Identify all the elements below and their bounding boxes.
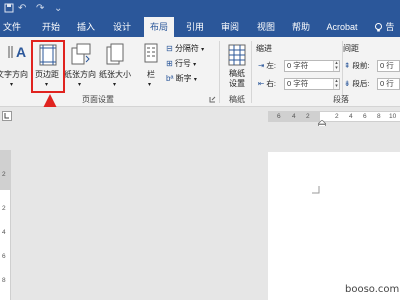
tab-file[interactable]: 文件 xyxy=(0,17,24,37)
group-separator xyxy=(251,41,252,103)
redo-icon[interactable]: ↷ xyxy=(36,3,44,14)
svg-text:A: A xyxy=(16,44,26,60)
ruler-number: 8 xyxy=(377,113,381,120)
vertical-ruler-number: 2 xyxy=(2,205,6,212)
tab-review[interactable]: 审阅 xyxy=(216,17,244,37)
hyphenation-button[interactable]: bª 断字 ▾ xyxy=(166,74,197,85)
indent-right-label: 右: xyxy=(266,79,276,88)
line-numbers-icon: ⊞ xyxy=(166,59,173,68)
ruler-number: 2 xyxy=(335,113,339,120)
indent-right-row: ⇤ 右: xyxy=(258,79,276,89)
ruler-number: 2 xyxy=(306,113,310,120)
spacing-header: 间距 xyxy=(343,44,359,53)
vertical-ruler-number: 8 xyxy=(2,277,6,284)
indent-left-spinner[interactable]: ▴ ▾ xyxy=(333,61,339,71)
text-direction-chevron-icon[interactable]: ▾ xyxy=(10,80,13,90)
ruler-number: 6 xyxy=(277,113,281,120)
indent-left-label: 左: xyxy=(266,61,276,70)
line-numbers-chevron-icon: ▾ xyxy=(193,62,197,68)
draft-paper-icon[interactable] xyxy=(228,44,246,66)
hyphenation-icon: bª xyxy=(166,74,174,83)
spacing-before-value: 0 行 xyxy=(380,61,394,70)
tab-acrobat[interactable]: Acrobat xyxy=(322,17,362,37)
columns-chevron-icon[interactable]: ▾ xyxy=(148,80,151,90)
group-separator xyxy=(219,41,220,103)
columns-button[interactable]: 栏 xyxy=(147,70,155,80)
orientation-chevron-icon[interactable]: ▾ xyxy=(78,80,81,90)
tab-view[interactable]: 视图 xyxy=(252,17,280,37)
tab-design[interactable]: 设计 xyxy=(108,17,136,37)
indent-left-row: ⇥ 左: xyxy=(258,61,276,71)
tab-references[interactable]: 引用 xyxy=(181,17,209,37)
orientation-icon[interactable] xyxy=(70,42,92,66)
spacing-before-field[interactable]: 0 行 xyxy=(377,60,400,72)
tell-me-label: 告 xyxy=(385,22,395,32)
draft-paper-label-line2[interactable]: 设置 xyxy=(229,79,245,89)
indent-left-field[interactable]: 0 字符 ▴ ▾ xyxy=(284,60,340,72)
paragraph-group-label: 段落 xyxy=(333,95,349,104)
ruler-number: 6 xyxy=(363,113,367,120)
spacing-after-label: 段后: xyxy=(352,79,370,88)
tab-help[interactable]: 帮助 xyxy=(287,17,315,37)
title-bar: ↶ ↷ ⌄ xyxy=(0,0,400,17)
vertical-ruler-number: 6 xyxy=(2,253,6,260)
margins-highlight-box xyxy=(31,40,65,93)
lightbulb-icon xyxy=(375,23,382,32)
indent-right-icon: ⇤ xyxy=(258,79,265,88)
text-direction-icon[interactable]: A xyxy=(6,42,28,62)
spacing-before-row: ⇞ 段前: xyxy=(344,61,369,71)
margin-corner-marker-icon xyxy=(312,186,320,194)
spacing-after-field[interactable]: 0 行 xyxy=(377,78,400,90)
size-chevron-icon[interactable]: ▾ xyxy=(113,80,116,90)
tab-home[interactable]: 开始 xyxy=(37,17,65,37)
indent-right-spinner[interactable]: ▴ ▾ xyxy=(333,79,339,89)
page-setup-group-label: 页面设置 xyxy=(82,95,114,104)
spacing-before-icon: ⇞ xyxy=(344,61,351,70)
breaks-label: 分隔符 xyxy=(174,44,199,53)
spacing-after-value: 0 行 xyxy=(380,79,394,88)
indent-right-value: 0 字符 xyxy=(287,79,309,88)
indent-left-value: 0 字符 xyxy=(287,61,309,70)
ruler-number: 4 xyxy=(349,113,353,120)
watermark: booso.com xyxy=(345,284,400,295)
size-icon[interactable] xyxy=(106,43,124,65)
breaks-icon: ⊟ xyxy=(166,44,173,53)
breaks-button[interactable]: ⊟ 分隔符 ▾ xyxy=(166,44,204,55)
breaks-chevron-icon: ▾ xyxy=(201,47,205,53)
spacing-after-row: ⇟ 段后: xyxy=(344,79,369,89)
orientation-button[interactable]: 纸张方向 xyxy=(64,70,96,80)
ribbon-tab-bar: 文件 开始 插入 设计 布局 引用 审阅 视图 帮助 Acrobat 告 xyxy=(0,17,400,37)
tab-insert[interactable]: 插入 xyxy=(72,17,100,37)
hyphenation-chevron-icon: ▾ xyxy=(193,77,197,83)
tab-selector-icon[interactable] xyxy=(2,111,12,121)
indent-left-icon: ⇥ xyxy=(258,61,265,70)
text-direction-label[interactable]: 文字方向 xyxy=(0,70,28,80)
vertical-ruler-number: 4 xyxy=(2,229,6,236)
ruler-number: 10 xyxy=(389,113,397,120)
line-numbers-button[interactable]: ⊞ 行号 ▾ xyxy=(166,59,196,70)
ruler-number: 4 xyxy=(292,113,296,120)
save-icon[interactable] xyxy=(4,3,14,16)
customize-qat-icon[interactable]: ⌄ xyxy=(54,3,62,14)
indent-right-field[interactable]: 0 字符 ▴ ▾ xyxy=(284,78,340,90)
page-setup-launcher-icon[interactable] xyxy=(209,96,216,103)
columns-icon[interactable] xyxy=(144,43,158,63)
draft-paper-label-line1[interactable]: 稿纸 xyxy=(229,69,245,79)
spacing-before-label: 段前: xyxy=(352,61,370,70)
tell-me-search[interactable]: 告 xyxy=(372,17,400,37)
spacing-after-icon: ⇟ xyxy=(344,79,351,88)
draft-group-label: 稿纸 xyxy=(229,95,245,104)
tab-layout[interactable]: 布局 xyxy=(144,17,174,37)
vertical-ruler-number: 2 xyxy=(2,171,6,178)
line-numbers-label: 行号 xyxy=(174,59,191,68)
hyphenation-label: 断字 xyxy=(175,74,192,83)
size-button[interactable]: 纸张大小 xyxy=(99,70,131,80)
undo-icon[interactable]: ↶ xyxy=(18,3,26,14)
indent-header: 缩进 xyxy=(256,44,272,53)
document-page[interactable] xyxy=(268,152,400,300)
